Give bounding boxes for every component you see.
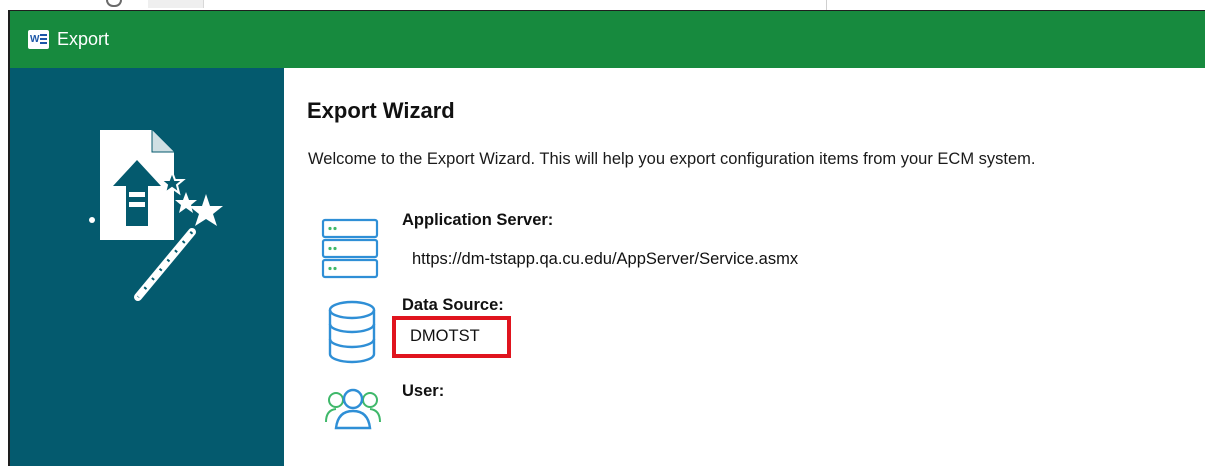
export-wizard-magic-wand-icon [89,130,223,301]
server-icon [321,218,379,279]
data-source-label: Data Source: [402,296,504,314]
word-document-icon: W [28,30,49,49]
export-window: W Export Export Wizard Welcome to the Ex… [8,10,1205,466]
background-tab [148,0,204,8]
title-bar[interactable]: W Export [10,11,1205,68]
wizard-sidebar [10,68,284,466]
background-icon [106,0,122,7]
page-title: Export Wizard [307,98,455,123]
user-label: User: [402,382,445,400]
background-window-strip [0,0,1205,10]
application-server-value: https://dm-tstapp.qa.cu.edu/AppServer/Se… [412,250,799,268]
data-source-value: DMOTST [410,327,480,345]
wizard-content: Export Wizard Welcome to the Export Wiza… [284,68,1205,466]
application-server-label: Application Server: [402,211,554,229]
welcome-text: Welcome to the Export Wizard. This will … [308,150,1036,168]
database-icon [328,300,376,364]
users-icon [325,388,381,430]
window-title: Export [57,29,110,49]
background-divider [826,0,827,10]
